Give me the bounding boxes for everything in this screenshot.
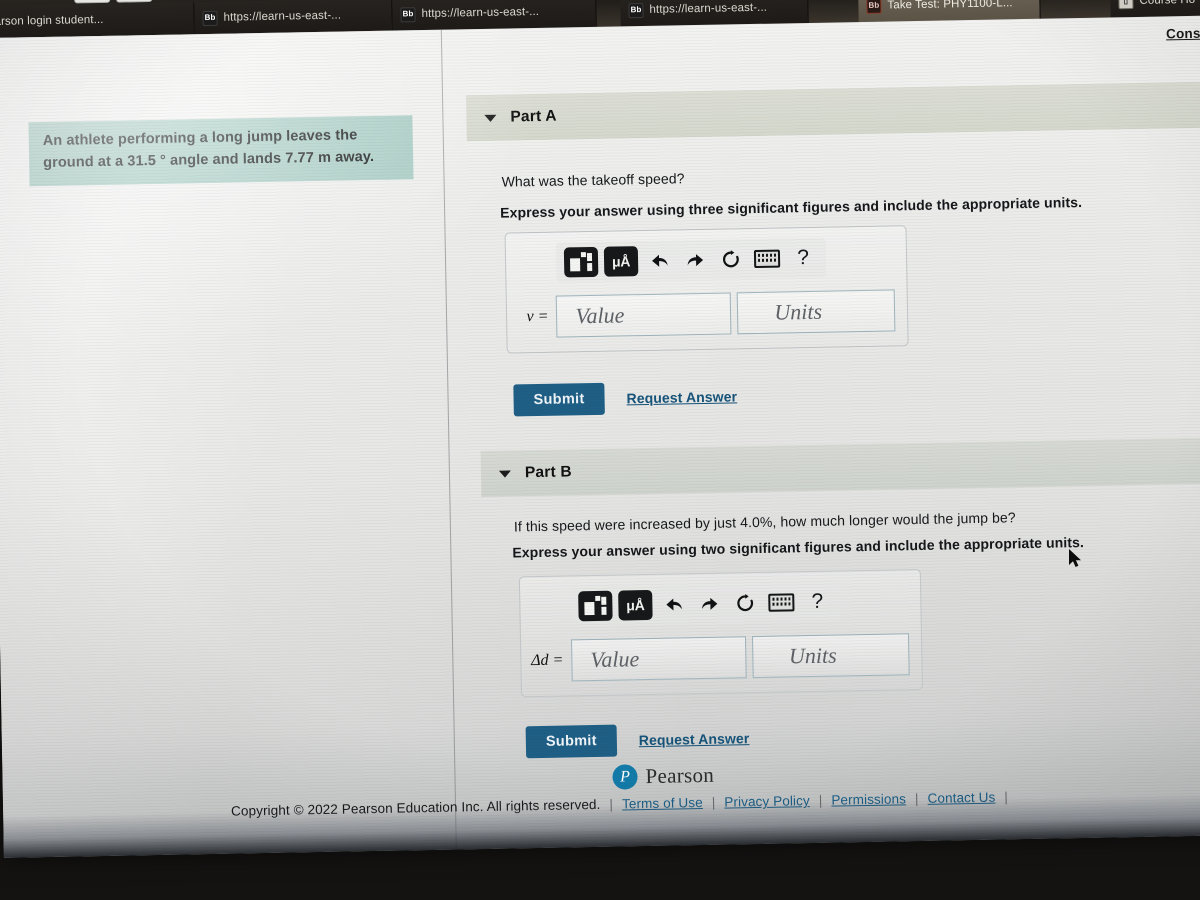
chevron-down-icon — [498, 469, 512, 478]
math-template-button[interactable] — [578, 590, 613, 622]
browser-tab-5[interactable]: ▯ Course Ho — [1110, 0, 1200, 18]
terms-of-use-link[interactable]: Terms of Use — [622, 795, 703, 811]
math-template-icon — [570, 252, 593, 272]
part-b-instruction: Express your answer using two significan… — [512, 534, 1085, 561]
problem-statement: An athlete performing a long jump leaves… — [28, 115, 414, 186]
chevron-down-icon — [484, 114, 497, 122]
part-a-title: Part A — [510, 107, 557, 126]
units-icon: μÅ — [626, 597, 645, 614]
units-icon: μÅ — [611, 253, 631, 270]
footer-separator: | — [1004, 789, 1009, 805]
monitor-viewport: pearson login student... Bb https://lear… — [0, 0, 1200, 858]
part-a-header[interactable]: Part A — [466, 81, 1200, 142]
screen-photo: pearson login student... Bb https://lear… — [0, 0, 1200, 900]
browser-tab-3[interactable]: Bb https://learn-us-east-... — [620, 0, 809, 27]
part-a-question: What was the takeoff speed? — [501, 170, 685, 190]
math-template-icon — [584, 595, 607, 616]
part-a-value-input[interactable]: Value — [556, 292, 732, 338]
footer-separator: | — [711, 794, 716, 810]
copyright-text: Copyright © 2022 Pearson Education Inc. … — [230, 796, 601, 819]
help-icon[interactable]: ? — [788, 245, 818, 272]
tab-label: https://learn-us-east-... — [421, 5, 540, 21]
blackboard-red-icon: Bb — [866, 0, 882, 14]
pearson-wordmark: Pearson — [645, 762, 715, 789]
part-a-toolbar: μÅ ? — [555, 237, 827, 283]
blackboard-icon: Bb — [400, 6, 416, 22]
tab-label: Course Ho — [1139, 0, 1196, 7]
browser-tab-2[interactable]: Bb https://learn-us-east-... — [392, 0, 597, 31]
problem-statement-text: An athlete performing a long jump leaves… — [42, 127, 375, 171]
content-column: Part A What was the takeoff speed? Expre… — [231, 15, 1200, 849]
browser-tab-0[interactable]: pearson login student... — [0, 2, 195, 39]
blackboard-icon: Bb — [202, 10, 218, 26]
blackboard-icon: Bb — [628, 2, 644, 18]
part-a-instruction: Express your answer using three signific… — [500, 193, 1083, 221]
part-b-value-input[interactable]: Value — [570, 636, 747, 682]
pearson-logo: P Pearson — [612, 763, 714, 790]
undo-icon[interactable] — [658, 591, 688, 618]
tab-label: pearson login student... — [0, 13, 104, 29]
math-template-button[interactable] — [563, 246, 599, 278]
part-b-request-answer-link[interactable]: Request Answer — [639, 730, 750, 748]
privacy-policy-link[interactable]: Privacy Policy — [724, 793, 810, 810]
tab-label: https://learn-us-east-... — [649, 1, 768, 16]
part-a-submit-button[interactable]: Submit — [513, 382, 605, 417]
units-button[interactable]: μÅ — [618, 589, 653, 621]
undo-icon[interactable] — [644, 247, 674, 274]
contact-us-link[interactable]: Contact Us — [927, 790, 995, 806]
part-b-action-row: Submit Request Answer — [525, 722, 750, 759]
footer-separator: | — [609, 796, 614, 812]
part-a-request-answer-link[interactable]: Request Answer — [626, 388, 737, 406]
part-b-answer-box: μÅ ? Δd = Value Units — [518, 569, 923, 698]
footer-separator: | — [914, 791, 919, 807]
help-icon[interactable]: ? — [802, 589, 832, 616]
part-b-variable-label: Δd = — [531, 651, 564, 670]
tab-label: Take Test: PHY1100-L... — [887, 0, 1013, 12]
part-b-units-input[interactable]: Units — [751, 633, 910, 679]
keyboard-icon[interactable] — [752, 245, 782, 272]
browser-tab-1[interactable]: Bb https://learn-us-east-... — [194, 0, 393, 35]
pearson-mark-icon: P — [612, 764, 638, 790]
phone-icon: ▯ — [1118, 0, 1134, 9]
tab-label: https://learn-us-east-... — [223, 9, 342, 24]
part-b-question: If this speed were increased by just 4.0… — [513, 509, 1016, 535]
keyboard-icon[interactable] — [766, 589, 796, 616]
units-button[interactable]: μÅ — [603, 246, 639, 277]
reset-icon[interactable] — [716, 246, 746, 273]
part-b-title: Part B — [524, 463, 572, 482]
part-b-field-row: Δd = Value Units — [531, 633, 910, 682]
part-a-field-row: v = Value Units — [519, 289, 896, 338]
footer-separator: | — [818, 792, 823, 808]
part-b-toolbar: μÅ ? — [570, 581, 841, 627]
part-b-header[interactable]: Part B — [480, 437, 1200, 498]
part-a-variable-label: v = — [526, 307, 549, 326]
part-a-action-row: Submit Request Answer — [513, 380, 737, 417]
permissions-link[interactable]: Permissions — [831, 791, 906, 807]
page-body: Consta An athlete performing a long jump… — [0, 15, 1200, 858]
redo-icon[interactable] — [694, 591, 724, 618]
reset-icon[interactable] — [730, 590, 760, 617]
part-b-submit-button[interactable]: Submit — [525, 724, 618, 759]
footer-copyright-row: Copyright © 2022 Pearson Education Inc. … — [231, 785, 1200, 818]
part-a-units-input[interactable]: Units — [737, 289, 896, 335]
part-a-answer-box: μÅ ? v = Value Units — [504, 225, 909, 354]
redo-icon[interactable] — [680, 247, 710, 274]
